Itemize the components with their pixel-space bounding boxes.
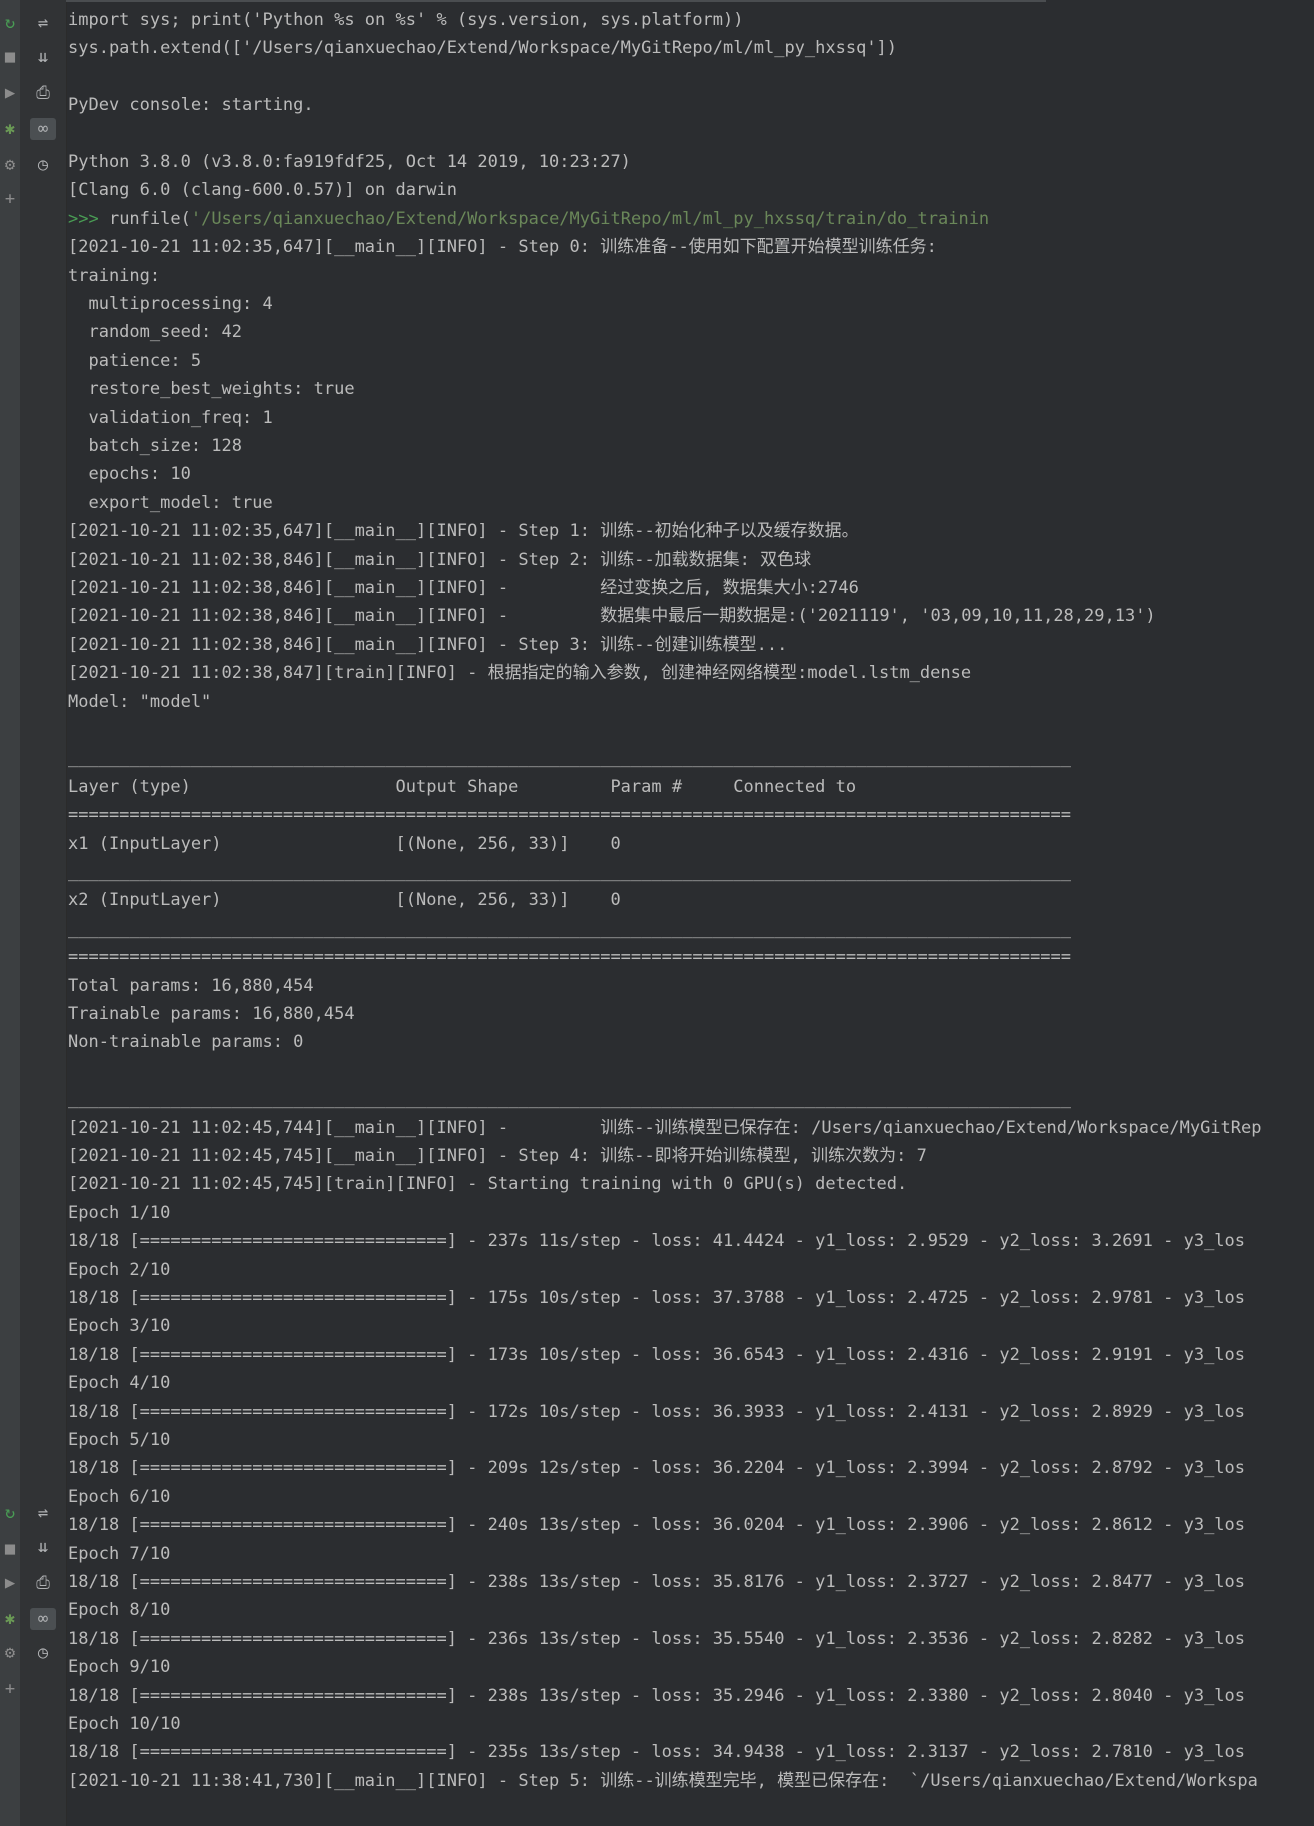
- scroll-to-end-icon[interactable]: ⇊: [30, 1536, 56, 1558]
- console-line: patience: 5: [68, 350, 202, 371]
- console-line: epochs: 10: [68, 464, 191, 485]
- console-line: Trainable params: 16,880,454: [68, 1004, 355, 1024]
- console-line: Epoch 1/10: [68, 1202, 171, 1223]
- soft-wrap-icon[interactable]: ⇌: [30, 1502, 56, 1524]
- console-line: Epoch 6/10: [68, 1486, 171, 1507]
- console-line: Epoch 7/10: [68, 1543, 171, 1564]
- print-icon[interactable]: ⎙: [30, 82, 56, 104]
- console-line: Epoch 10/10: [68, 1714, 181, 1734]
- console-line: ________________________________________…: [68, 1089, 1072, 1110]
- settings-icon[interactable]: ⚙: [0, 154, 20, 176]
- run-icon[interactable]: ▶: [0, 1572, 20, 1594]
- run-icon[interactable]: ▶: [0, 82, 20, 104]
- console-line: ________________________________________…: [68, 748, 1072, 769]
- console-line: 18/18 [==============================] -…: [68, 1628, 1246, 1649]
- console-line: Epoch 3/10: [68, 1316, 171, 1337]
- console-line: Total params: 16,880,454: [68, 975, 314, 996]
- console-line: [2021-10-21 11:02:38,846][__main__][INFO…: [68, 578, 859, 598]
- history-icon[interactable]: ◷: [30, 154, 56, 176]
- console-line: 18/18 [==============================] -…: [68, 1344, 1246, 1365]
- console-line: [2021-10-21 11:02:35,647][__main__][INFO…: [68, 521, 859, 542]
- console-line: 18/18 [==============================] -…: [68, 1572, 1246, 1592]
- settings-icon[interactable]: ⚙: [0, 1642, 20, 1664]
- console-line: 18/18 [==============================] -…: [68, 1742, 1246, 1763]
- console-line: 18/18 [==============================] -…: [68, 1458, 1246, 1479]
- console-toolbar: ⇌ ⇊ ⎙ ∞ ◷ ⇌ ⇊ ⎙ ∞ ◷: [20, 0, 67, 1826]
- scroll-to-end-icon[interactable]: ⇊: [30, 46, 56, 68]
- console-line: ========================================…: [68, 947, 1072, 968]
- console-line: x1 (InputLayer) [(None, 256, 33)] 0: [68, 833, 621, 854]
- console-line: Model: "model": [68, 691, 212, 712]
- console-line: [2021-10-21 11:02:38,846][__main__][INFO…: [68, 634, 788, 655]
- console-line: Python 3.8.0 (v3.8.0:fa919fdf25, Oct 14 …: [68, 152, 631, 172]
- console-line: 18/18 [==============================] -…: [68, 1685, 1246, 1706]
- console-line: random_seed: 42: [68, 322, 242, 343]
- rerun-icon[interactable]: ↻: [0, 1502, 20, 1524]
- console-line: [Clang 6.0 (clang-600.0.57)] on darwin: [68, 180, 457, 201]
- console-line: validation_freq: 1: [68, 407, 273, 428]
- console-output[interactable]: import sys; print('Python %s on %s' % (s…: [66, 0, 1314, 1826]
- console-line: [2021-10-21 11:02:45,744][__main__][INFO…: [68, 1117, 1262, 1138]
- runfile-command-line: >>> runfile('/Users/qianxuechao/Extend/W…: [68, 205, 989, 233]
- console-line: import sys; print('Python %s on %s' % (s…: [68, 10, 744, 30]
- console-line: Epoch 8/10: [68, 1600, 171, 1621]
- console-line: export_model: true: [68, 492, 273, 513]
- console-line: multiprocessing: 4: [68, 294, 273, 314]
- stop-icon[interactable]: ■: [0, 1538, 20, 1560]
- console-line: [2021-10-21 11:02:45,745][__main__][INFO…: [68, 1146, 927, 1166]
- console-line: batch_size: 128: [68, 436, 242, 456]
- add-icon[interactable]: +: [0, 1678, 20, 1700]
- console-line: [2021-10-21 11:02:38,846][__main__][INFO…: [68, 606, 1156, 627]
- console-prompt: >>>: [68, 208, 109, 229]
- console-line: Non-trainable params: 0: [68, 1032, 304, 1053]
- variables-view-icon[interactable]: ∞: [30, 118, 56, 140]
- console-line: [2021-10-21 11:02:38,847][train][INFO] -…: [68, 663, 972, 684]
- runfile-path-string: '/Users/qianxuechao/Extend/Workspace/MyG…: [190, 208, 990, 229]
- rerun-icon[interactable]: ↻: [0, 12, 20, 34]
- console-line: x2 (InputLayer) [(None, 256, 33)] 0: [68, 890, 621, 911]
- console-line: ________________________________________…: [68, 862, 1072, 882]
- runfile-call: runfile(: [108, 208, 191, 229]
- console-line: ________________________________________…: [68, 918, 1072, 939]
- console-line: restore_best_weights: true: [68, 379, 355, 400]
- console-line: Epoch 5/10: [68, 1430, 171, 1450]
- console-line: [2021-10-21 11:02:45,745][train][INFO] -…: [68, 1174, 908, 1195]
- console-line: [2021-10-21 11:02:38,846][__main__][INFO…: [68, 549, 812, 570]
- variables-view-icon[interactable]: ∞: [30, 1608, 56, 1630]
- console-line: 18/18 [==============================] -…: [68, 1231, 1246, 1252]
- debug-icon[interactable]: ✱: [0, 118, 20, 140]
- add-icon[interactable]: +: [0, 188, 20, 210]
- console-line: 18/18 [==============================] -…: [68, 1288, 1246, 1308]
- console-line: Epoch 4/10: [68, 1373, 171, 1394]
- console-line: Layer (type) Output Shape Param # Connec…: [68, 776, 857, 797]
- console-line: [2021-10-21 11:38:41,730][__main__][INFO…: [68, 1770, 1258, 1791]
- console-line: 18/18 [==============================] -…: [68, 1401, 1246, 1422]
- run-gutter: ↻ ■ ▶ ✱ ⚙ + ↻ ■ ▶ ✱ ⚙ +: [0, 0, 20, 1826]
- console-line: Epoch 2/10: [68, 1259, 171, 1280]
- print-icon[interactable]: ⎙: [30, 1572, 56, 1594]
- debug-icon[interactable]: ✱: [0, 1608, 20, 1630]
- console-line: 18/18 [==============================] -…: [68, 1515, 1246, 1536]
- stop-icon[interactable]: ■: [0, 46, 20, 68]
- history-icon[interactable]: ◷: [30, 1642, 56, 1664]
- console-line: training:: [68, 265, 161, 286]
- console-line: [2021-10-21 11:02:35,647][__main__][INFO…: [68, 237, 937, 258]
- console-line: sys.path.extend(['/Users/qianxuechao/Ext…: [68, 38, 898, 59]
- console-line: PyDev console: starting.: [68, 95, 314, 116]
- soft-wrap-icon[interactable]: ⇌: [30, 12, 56, 34]
- console-line: Epoch 9/10: [68, 1657, 171, 1678]
- console-line: ========================================…: [68, 805, 1072, 826]
